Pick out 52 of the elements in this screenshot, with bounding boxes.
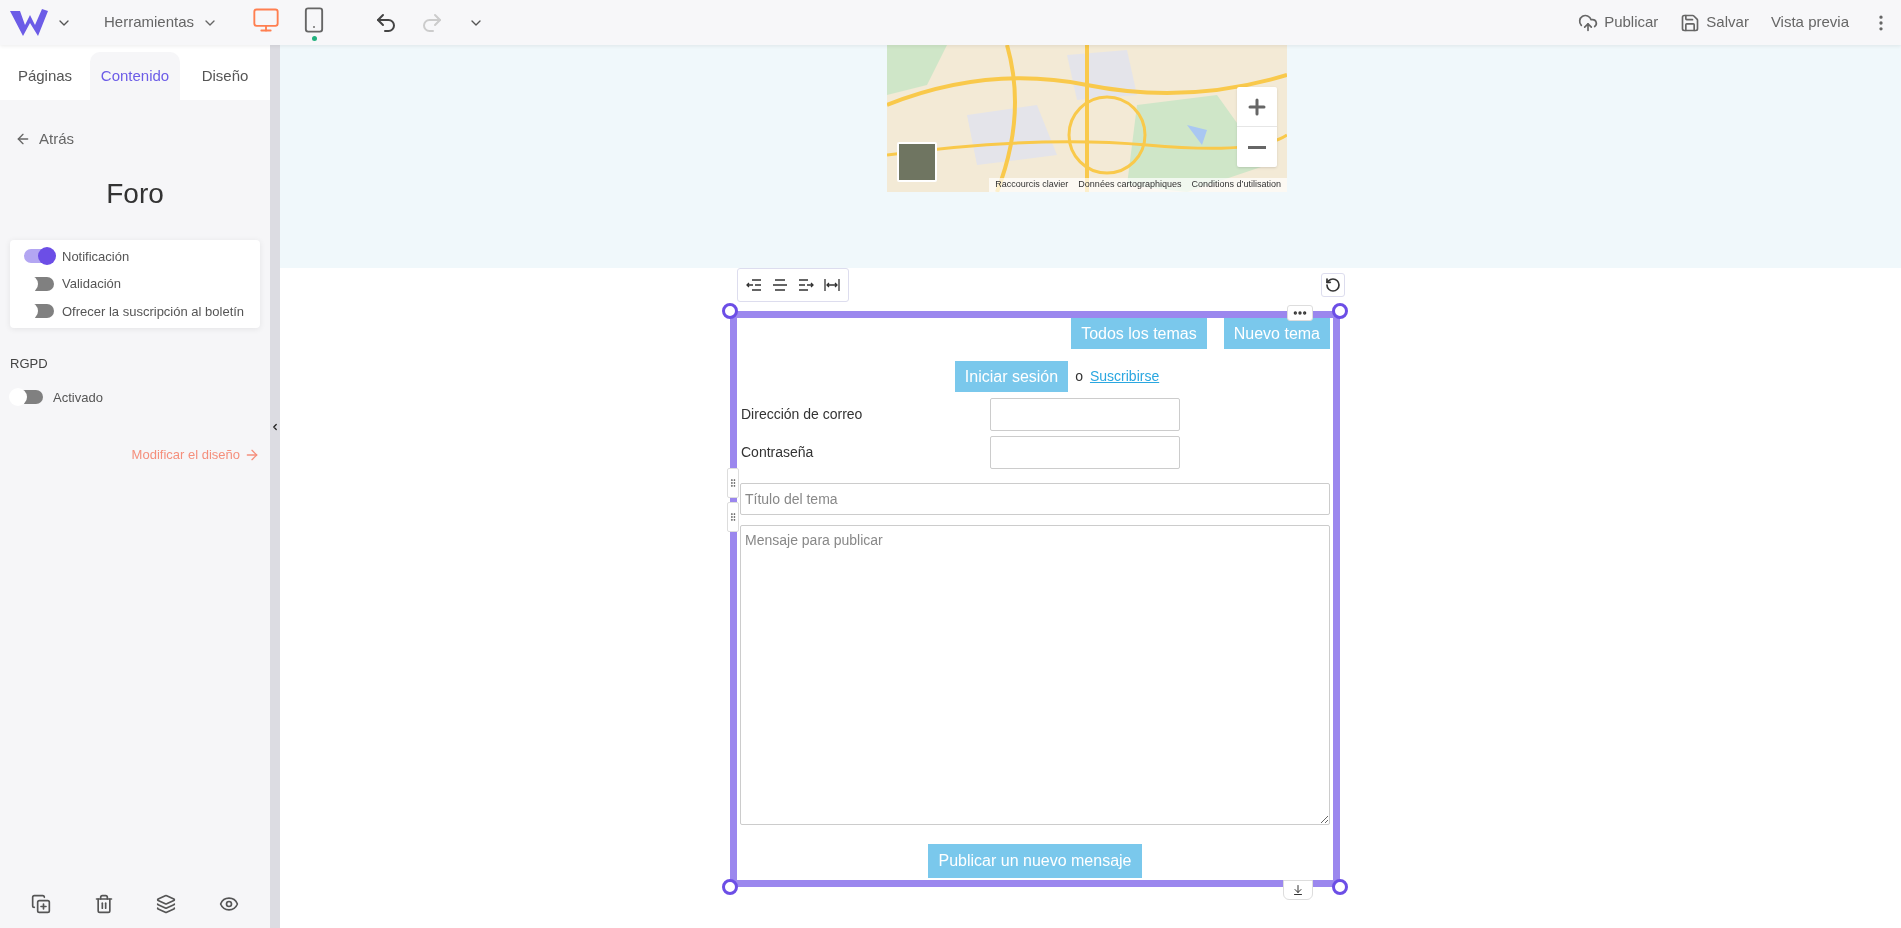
save-icon — [1680, 12, 1701, 33]
field-label: Dirección de correo — [740, 405, 864, 424]
panel-title: Foro — [106, 176, 164, 211]
drag-handle[interactable] — [727, 502, 739, 532]
toggle-switch[interactable] — [24, 304, 54, 319]
map-attribution-link[interactable]: Conditions d’utilisation — [1191, 178, 1281, 192]
align-right-icon[interactable] — [798, 276, 814, 293]
align-center-icon[interactable] — [772, 276, 788, 293]
message-textarea[interactable]: Mensaje para publicar — [740, 525, 1330, 825]
option-label: Notificación — [62, 247, 130, 266]
sidebar-tab[interactable]: Contenido — [90, 52, 180, 100]
map[interactable]: Raccourcis clavier Données cartographiques Conditions d’utilisation — [887, 45, 1287, 192]
cloud-upload-icon — [1578, 12, 1599, 33]
insert-below-icon — [1292, 884, 1304, 896]
minus-icon — [1248, 145, 1266, 149]
align-left-icon[interactable] — [746, 276, 762, 293]
publish-button[interactable]: Publicar — [1578, 11, 1659, 34]
drag-handle[interactable] — [727, 468, 739, 498]
map-attribution-link[interactable]: Données cartographiques — [1078, 178, 1182, 192]
option-label: Validación — [62, 275, 122, 293]
section-label: RGPD — [10, 355, 49, 373]
more-options-button[interactable] — [1287, 305, 1313, 321]
resize-handle[interactable] — [1332, 879, 1348, 895]
resize-handle[interactable] — [722, 879, 738, 895]
resize-handle[interactable] — [722, 303, 738, 319]
toggle-switch[interactable] — [24, 276, 54, 291]
save-button[interactable]: Salvar — [1680, 11, 1749, 34]
duplicate-icon[interactable] — [31, 894, 52, 914]
logo-icon[interactable] — [10, 8, 48, 37]
topic-title-input[interactable]: Título del tema — [740, 483, 1330, 515]
toggle-switch[interactable] — [24, 249, 54, 264]
layers-icon[interactable] — [156, 894, 177, 914]
field-label: Contraseña — [740, 443, 815, 462]
or-text: o — [1075, 367, 1083, 386]
reset-button[interactable] — [1321, 272, 1345, 297]
reset-icon — [1325, 276, 1341, 293]
text-input[interactable] — [990, 436, 1180, 469]
resize-handle[interactable] — [1332, 303, 1348, 319]
preview-button[interactable]: Vista previa — [1770, 11, 1849, 34]
tools-menu[interactable]: Herramientas — [104, 11, 219, 34]
option-label: Activado — [53, 388, 103, 407]
back-link[interactable]: Atrás — [15, 128, 74, 151]
forum-widget[interactable]: Todos los temas Nuevo tema Iniciar sesión o Suscribirse Dirección de correo Contraseña Título del tema Mensaje para publicar Publicar un nuevo mensaje — [730, 311, 1340, 887]
trash-icon[interactable] — [93, 894, 114, 914]
insert-below-button[interactable] — [1283, 880, 1313, 900]
full-width-icon[interactable] — [824, 276, 840, 293]
signup-link[interactable]: Suscribirse — [1089, 366, 1160, 387]
map-type-button[interactable] — [897, 142, 937, 182]
map-attribution-link[interactable]: Raccourcis clavier — [995, 178, 1069, 192]
option-label: Ofrecer la suscripción al boletín — [62, 302, 245, 321]
text-input[interactable] — [990, 398, 1180, 431]
eye-icon[interactable] — [218, 894, 239, 914]
